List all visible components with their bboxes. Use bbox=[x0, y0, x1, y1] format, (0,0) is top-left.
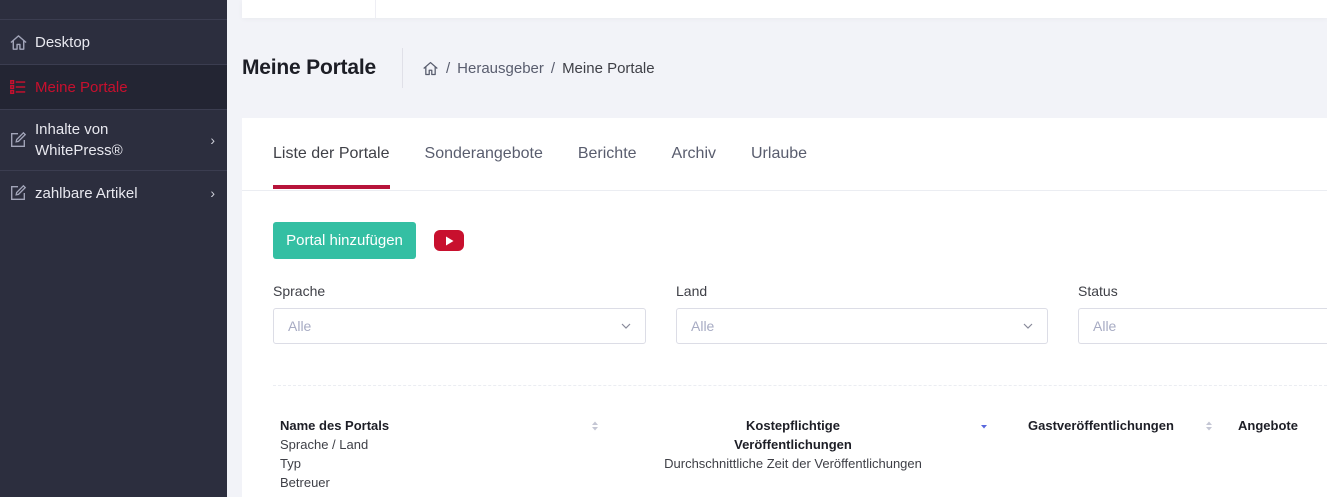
sidebar-item-inhalte[interactable]: Inhalte von WhitePress® › bbox=[0, 109, 227, 170]
sidebar-item-label: Meine Portale bbox=[35, 78, 128, 96]
sidebar-item-label: zahlbare Artikel bbox=[35, 184, 138, 202]
filter-label-sprache: Sprache bbox=[273, 283, 326, 299]
sidebar-item-desktop[interactable]: Desktop bbox=[0, 19, 227, 64]
filter-label-status: Status bbox=[1078, 283, 1118, 299]
column-subtitle: Betreuer bbox=[280, 475, 330, 490]
sidebar-item-label: Desktop bbox=[35, 33, 91, 51]
dashed-divider bbox=[273, 385, 1327, 386]
edit-icon bbox=[8, 183, 28, 203]
sidebar-item-meine-portale[interactable]: Meine Portale bbox=[0, 64, 227, 109]
status-select[interactable]: Alle bbox=[1078, 308, 1327, 344]
add-portal-button[interactable]: Portal hinzufügen bbox=[273, 222, 416, 259]
breadcrumb-item-herausgeber[interactable]: Herausgeber bbox=[457, 60, 544, 77]
column-subtitle: Durchschnittliche Zeit der Veröffentlich… bbox=[664, 456, 922, 471]
tab-archiv[interactable]: Archiv bbox=[672, 118, 716, 190]
column-title: Kostepflichtige bbox=[746, 418, 840, 433]
sidebar-item-zahlbare-artikel[interactable]: zahlbare Artikel › bbox=[0, 170, 227, 215]
column-title: Gastveröffentlichungen bbox=[1028, 418, 1174, 433]
filter-label-land: Land bbox=[676, 283, 708, 299]
column-subtitle: Sprache / Land bbox=[280, 437, 369, 452]
sort-icon[interactable] bbox=[1205, 420, 1213, 432]
home-icon bbox=[8, 32, 28, 52]
sort-icon[interactable] bbox=[591, 420, 599, 432]
column-header-gast[interactable]: Gastveröffentlichungen bbox=[1028, 416, 1174, 435]
page-title: Meine Portale bbox=[242, 56, 376, 79]
tab-berichte[interactable]: Berichte bbox=[578, 118, 637, 190]
chevron-down-icon bbox=[1023, 323, 1033, 329]
sidebar-item-label: Inhalte von WhitePress® bbox=[35, 121, 123, 159]
column-title: Name des Portals bbox=[280, 418, 390, 433]
select-value: Alle bbox=[691, 318, 715, 334]
breadcrumb-item-current: Meine Portale bbox=[562, 60, 655, 77]
home-icon[interactable] bbox=[422, 60, 439, 77]
column-title: Angebote bbox=[1238, 418, 1298, 433]
column-header-kostenpflichtige[interactable]: Kostepflichtige Veröffentlichungen Durch… bbox=[632, 416, 954, 473]
column-header-angebote[interactable]: Angebote bbox=[1238, 416, 1298, 435]
chevron-down-icon bbox=[621, 323, 631, 329]
edit-icon bbox=[8, 130, 28, 150]
breadcrumb-separator: / bbox=[446, 60, 451, 77]
column-subtitle: Typ bbox=[280, 456, 301, 471]
select-value: Alle bbox=[288, 318, 312, 334]
breadcrumb: / Herausgeber / Meine Portale bbox=[422, 60, 655, 77]
chevron-right-icon: › bbox=[210, 132, 215, 148]
column-header-portal[interactable]: Name des Portals Sprache / Land Typ Betr… bbox=[280, 416, 389, 492]
breadcrumb-separator: / bbox=[550, 60, 556, 77]
select-value: Alle bbox=[1093, 318, 1117, 334]
portal-card: Liste der Portale Sonderangebote Bericht… bbox=[242, 118, 1327, 497]
chevron-right-icon: › bbox=[210, 185, 215, 201]
sort-desc-icon[interactable] bbox=[980, 420, 988, 432]
sidebar: Desktop Meine Portale Inhalte von WhiteP… bbox=[0, 0, 227, 497]
tab-bar: Liste der Portale Sonderangebote Bericht… bbox=[273, 118, 842, 190]
column-title: Veröffentlichungen bbox=[734, 437, 852, 452]
title-separator bbox=[402, 48, 403, 88]
tab-urlaube[interactable]: Urlaube bbox=[751, 118, 807, 190]
land-select[interactable]: Alle bbox=[676, 308, 1048, 344]
list-icon bbox=[8, 77, 28, 97]
sprache-select[interactable]: Alle bbox=[273, 308, 646, 344]
top-bar-segment bbox=[242, 0, 376, 18]
tab-liste-der-portale[interactable]: Liste der Portale bbox=[273, 118, 390, 190]
tab-sonderangebote[interactable]: Sonderangebote bbox=[425, 118, 543, 190]
tabs-divider bbox=[242, 190, 1327, 191]
top-bar bbox=[242, 0, 1327, 18]
youtube-icon[interactable] bbox=[434, 230, 464, 251]
